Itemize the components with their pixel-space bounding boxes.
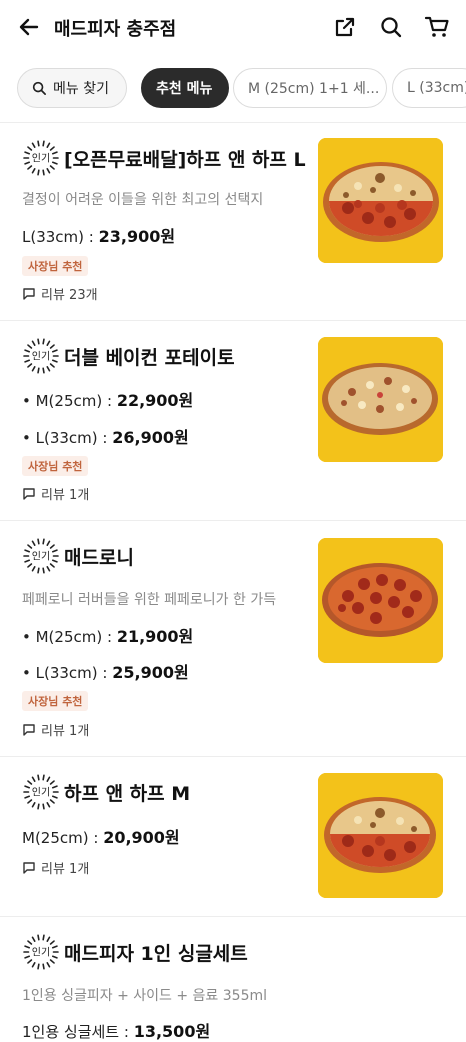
review-label: 리뷰 23개: [41, 288, 98, 303]
svg-text:인기: 인기: [32, 551, 50, 563]
tab-menu-search[interactable]: 메뉴 찾기: [17, 68, 127, 108]
menu-name: 하프 앤 하프 M: [64, 782, 191, 805]
price-row: • L(33cm) : 25,900원: [22, 659, 189, 683]
review-label: 리뷰 1개: [41, 862, 90, 877]
comment-icon: [23, 723, 35, 736]
tab-label: M (25cm) 1+1 세...: [248, 81, 380, 97]
price-amount: 26,900원: [112, 428, 189, 447]
search-icon[interactable]: [376, 12, 406, 42]
tab-recommended[interactable]: 추천 메뉴: [141, 68, 229, 108]
menu-item[interactable]: 인기 하프 앤 하프 M M(25cm) : 20,900원 리뷰 1개: [0, 757, 466, 917]
review-count[interactable]: 리뷰 1개: [22, 720, 89, 739]
share-icon[interactable]: [330, 12, 360, 42]
tab-l-33cm[interactable]: L (33cm): [392, 68, 466, 108]
price-row: • M(25cm) : 21,900원: [22, 623, 193, 647]
menu-description: 결정이 어려운 이들을 위한 최고의 선택지: [22, 192, 264, 208]
review-label: 리뷰 1개: [41, 724, 90, 739]
comment-icon: [23, 287, 35, 300]
price-row: M(25cm) : 20,900원: [22, 824, 180, 848]
price-amount: 23,900원: [98, 227, 176, 246]
owner-pick-badge: 사장님 추천: [22, 256, 89, 276]
tab-label: L (33cm): [407, 80, 466, 96]
pizza-image: [318, 538, 443, 663]
owner-pick-badge: 사장님 추천: [22, 691, 89, 711]
menu-name-row: 인기 매드로니: [22, 537, 134, 575]
cart-icon[interactable]: [422, 12, 452, 42]
owner-pick-badge: 사장님 추천: [22, 456, 89, 476]
search-icon: [32, 81, 46, 95]
menu-item[interactable]: 인기 더블 베이컨 포테이토 • M(25cm) : 22,900원 • L(3…: [0, 321, 466, 521]
review-count[interactable]: 리뷰 1개: [22, 858, 89, 877]
menu-item[interactable]: 인기 [오픈무료배달]하프 앤 하프 L 결정이 어려운 이들을 위한 최고의 …: [0, 123, 466, 321]
price-size: • L(33cm) :: [22, 664, 113, 682]
svg-text:인기: 인기: [32, 947, 50, 959]
price-amount: 21,900원: [116, 627, 194, 646]
menu-name-row: 인기 매드피자 1인 싱글세트: [22, 933, 248, 971]
menu-item[interactable]: 인기 매드피자 1인 싱글세트 1인용 싱글피자 + 사이드 + 음료 355m…: [0, 917, 466, 1042]
menu-name: 매드피자 1인 싱글세트: [64, 942, 248, 965]
price-amount: 25,900원: [112, 663, 189, 682]
menu-description: 페페로니 러버들을 위한 페페로니가 한 가득: [22, 592, 277, 608]
menu-name: 매드로니: [64, 546, 134, 569]
price-row: L(33cm) : 23,900원: [22, 223, 175, 247]
app-header: 매드피자 충주점: [0, 0, 466, 56]
menu-thumbnail-bacon-potato[interactable]: [318, 337, 443, 462]
popular-badge-icon: 인기: [23, 934, 59, 970]
svg-text:인기: 인기: [32, 153, 50, 165]
svg-text:인기: 인기: [32, 351, 50, 363]
tab-label: 추천 메뉴: [156, 81, 213, 97]
menu-name-row: 인기 하프 앤 하프 M: [22, 773, 190, 811]
menu-item[interactable]: 인기 매드로니 페페로니 러버들을 위한 페페로니가 한 가득 • M(25cm…: [0, 521, 466, 757]
review-count[interactable]: 리뷰 23개: [22, 284, 98, 303]
store-title: 매드피자 충주점: [54, 19, 177, 40]
price-size: 1인용 싱글세트 :: [22, 1023, 134, 1041]
menu-name: [오픈무료배달]하프 앤 하프 L: [64, 148, 306, 171]
popular-badge-icon: 인기: [23, 774, 59, 810]
comment-icon: [23, 861, 35, 874]
menu-name-row: 인기 더블 베이컨 포테이토: [22, 337, 235, 375]
back-arrow-icon[interactable]: [14, 12, 44, 42]
price-size: • M(25cm) :: [22, 628, 117, 646]
svg-text:인기: 인기: [32, 787, 50, 799]
tab-label: 메뉴 찾기: [53, 81, 109, 97]
menu-thumbnail-half-and-half-m[interactable]: [318, 773, 443, 898]
menu-thumbnail-half-and-half[interactable]: [318, 138, 443, 263]
price-amount: 22,900원: [116, 391, 194, 410]
price-row: • L(33cm) : 26,900원: [22, 424, 189, 448]
menu-thumbnail-pepperoni[interactable]: [318, 538, 443, 663]
pizza-image: [318, 773, 443, 898]
menu-name: 더블 베이컨 포테이토: [64, 346, 235, 369]
price-amount: 20,900원: [103, 828, 180, 847]
price-size: M(25cm) :: [22, 829, 104, 847]
price-row: • M(25cm) : 22,900원: [22, 387, 193, 411]
tab-m-25cm-set[interactable]: M (25cm) 1+1 세...: [233, 68, 387, 108]
price-size: • L(33cm) :: [22, 429, 113, 447]
menu-name-row: 인기 [오픈무료배달]하프 앤 하프 L: [22, 139, 306, 177]
comment-icon: [23, 487, 35, 500]
price-size: L(33cm) :: [22, 228, 99, 246]
popular-badge-icon: 인기: [23, 538, 59, 574]
pizza-image: [318, 337, 443, 462]
price-size: • M(25cm) :: [22, 392, 117, 410]
menu-description: 1인용 싱글피자 + 사이드 + 음료 355ml: [22, 988, 267, 1004]
review-label: 리뷰 1개: [41, 488, 90, 503]
price-row: 1인용 싱글세트 : 13,500원: [22, 1018, 210, 1042]
review-count[interactable]: 리뷰 1개: [22, 484, 89, 503]
price-amount: 13,500원: [133, 1022, 211, 1041]
pizza-image: [318, 138, 443, 263]
popular-badge-icon: 인기: [23, 140, 59, 176]
category-tabs: 메뉴 찾기 추천 메뉴 M (25cm) 1+1 세... L (33cm): [0, 68, 466, 110]
popular-badge-icon: 인기: [23, 338, 59, 374]
